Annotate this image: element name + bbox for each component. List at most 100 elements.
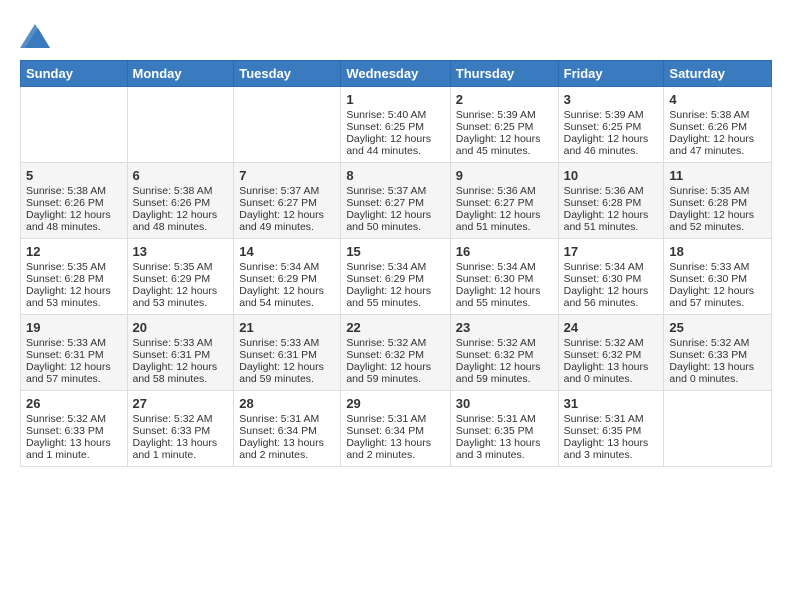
day-info: Sunrise: 5:34 AM Sunset: 6:29 PM Dayligh… xyxy=(346,261,431,309)
day-info: Sunrise: 5:32 AM Sunset: 6:33 PM Dayligh… xyxy=(669,337,754,385)
day-info: Sunrise: 5:34 AM Sunset: 6:29 PM Dayligh… xyxy=(239,261,324,309)
calendar-cell: 20Sunrise: 5:33 AM Sunset: 6:31 PM Dayli… xyxy=(127,315,234,391)
calendar-cell: 26 Sunrise: 5:32 AM Sunset: 6:33 PM Dayli… xyxy=(21,391,128,467)
calendar-cell: 19 Sunrise: 5:33 AM Sunset: 6:31 PM Dayli… xyxy=(21,315,128,391)
day-number: 7 xyxy=(239,168,335,183)
day-info: Sunrise: 5:37 AM Sunset: 6:27 PM Dayligh… xyxy=(239,185,324,233)
calendar-cell: 31 Sunrise: 5:31 AM Sunset: 6:35 PM Dayli… xyxy=(558,391,664,467)
day-number: 23 xyxy=(456,320,553,335)
calendar-cell: 2 Sunrise: 5:39 AM Sunset: 6:25 PM Daylig… xyxy=(450,87,558,163)
day-info: Sunrise: 5:32 AM Sunset: 6:33 PM Dayligh… xyxy=(133,413,218,461)
day-header-wednesday: Wednesday xyxy=(341,61,450,87)
page-header xyxy=(20,20,772,50)
day-number: 25 xyxy=(669,320,766,335)
calendar-cell: 22Sunrise: 5:32 AM Sunset: 6:32 PM Dayli… xyxy=(341,315,450,391)
day-info: Sunrise: 5:36 AM Sunset: 6:28 PM Dayligh… xyxy=(564,185,649,233)
day-number: 21 xyxy=(239,320,335,335)
calendar-cell: 16 Sunrise: 5:34 AM Sunset: 6:30 PM Dayli… xyxy=(450,239,558,315)
calendar-cell xyxy=(127,87,234,163)
day-info: Sunrise: 5:31 AM Sunset: 6:35 PM Dayligh… xyxy=(564,413,649,461)
day-header-monday: Monday xyxy=(127,61,234,87)
calendar-cell: 18Sunrise: 5:33 AM Sunset: 6:30 PM Dayli… xyxy=(664,239,772,315)
calendar-week-5: 26 Sunrise: 5:32 AM Sunset: 6:33 PM Dayli… xyxy=(21,391,772,467)
day-info: Sunrise: 5:34 AM Sunset: 6:30 PM Dayligh… xyxy=(564,261,649,309)
day-number: 26 xyxy=(26,396,122,411)
day-number: 12 xyxy=(26,244,122,259)
day-number: 27 xyxy=(133,396,229,411)
day-number: 17 xyxy=(564,244,659,259)
calendar-cell: 7 Sunrise: 5:37 AM Sunset: 6:27 PM Daylig… xyxy=(234,163,341,239)
logo xyxy=(20,20,54,50)
calendar-cell: 23 Sunrise: 5:32 AM Sunset: 6:32 PM Dayli… xyxy=(450,315,558,391)
day-number: 30 xyxy=(456,396,553,411)
day-info: Sunrise: 5:33 AM Sunset: 6:31 PM Dayligh… xyxy=(239,337,324,385)
day-number: 18 xyxy=(669,244,766,259)
calendar-cell xyxy=(234,87,341,163)
day-header-tuesday: Tuesday xyxy=(234,61,341,87)
day-info: Sunrise: 5:31 AM Sunset: 6:34 PM Dayligh… xyxy=(346,413,431,461)
calendar-cell: 30 Sunrise: 5:31 AM Sunset: 6:35 PM Dayli… xyxy=(450,391,558,467)
day-info: Sunrise: 5:35 AM Sunset: 6:28 PM Dayligh… xyxy=(26,261,111,309)
day-info: Sunrise: 5:35 AM Sunset: 6:28 PM Dayligh… xyxy=(669,185,754,233)
calendar-week-2: 5 Sunrise: 5:38 AM Sunset: 6:26 PM Daylig… xyxy=(21,163,772,239)
day-number: 8 xyxy=(346,168,444,183)
day-number: 28 xyxy=(239,396,335,411)
calendar-cell: 1 Sunrise: 5:40 AM Sunset: 6:25 PM Daylig… xyxy=(341,87,450,163)
calendar-cell: 24 Sunrise: 5:32 AM Sunset: 6:32 PM Dayli… xyxy=(558,315,664,391)
day-info: Sunrise: 5:38 AM Sunset: 6:26 PM Dayligh… xyxy=(669,109,754,157)
calendar-cell: 14Sunrise: 5:34 AM Sunset: 6:29 PM Dayli… xyxy=(234,239,341,315)
calendar-cell: 8 Sunrise: 5:37 AM Sunset: 6:27 PM Daylig… xyxy=(341,163,450,239)
calendar-cell: 12 Sunrise: 5:35 AM Sunset: 6:28 PM Dayli… xyxy=(21,239,128,315)
day-info: Sunrise: 5:32 AM Sunset: 6:32 PM Dayligh… xyxy=(564,337,649,385)
day-info: Sunrise: 5:33 AM Sunset: 6:31 PM Dayligh… xyxy=(26,337,111,385)
calendar-week-1: 1 Sunrise: 5:40 AM Sunset: 6:25 PM Daylig… xyxy=(21,87,772,163)
day-info: Sunrise: 5:32 AM Sunset: 6:33 PM Dayligh… xyxy=(26,413,111,461)
day-header-thursday: Thursday xyxy=(450,61,558,87)
calendar-cell: 21 Sunrise: 5:33 AM Sunset: 6:31 PM Dayli… xyxy=(234,315,341,391)
calendar-week-4: 19 Sunrise: 5:33 AM Sunset: 6:31 PM Dayli… xyxy=(21,315,772,391)
day-header-sunday: Sunday xyxy=(21,61,128,87)
day-number: 22 xyxy=(346,320,444,335)
day-number: 9 xyxy=(456,168,553,183)
calendar-cell: 3 Sunrise: 5:39 AM Sunset: 6:25 PM Daylig… xyxy=(558,87,664,163)
day-info: Sunrise: 5:37 AM Sunset: 6:27 PM Dayligh… xyxy=(346,185,431,233)
day-info: Sunrise: 5:38 AM Sunset: 6:26 PM Dayligh… xyxy=(26,185,111,233)
day-number: 3 xyxy=(564,92,659,107)
day-info: Sunrise: 5:31 AM Sunset: 6:35 PM Dayligh… xyxy=(456,413,541,461)
calendar-header-row: SundayMondayTuesdayWednesdayThursdayFrid… xyxy=(21,61,772,87)
day-info: Sunrise: 5:39 AM Sunset: 6:25 PM Dayligh… xyxy=(456,109,541,157)
day-number: 4 xyxy=(669,92,766,107)
day-number: 16 xyxy=(456,244,553,259)
day-number: 29 xyxy=(346,396,444,411)
calendar-cell xyxy=(664,391,772,467)
calendar-cell: 27 Sunrise: 5:32 AM Sunset: 6:33 PM Dayli… xyxy=(127,391,234,467)
day-info: Sunrise: 5:36 AM Sunset: 6:27 PM Dayligh… xyxy=(456,185,541,233)
calendar-cell: 13Sunrise: 5:35 AM Sunset: 6:29 PM Dayli… xyxy=(127,239,234,315)
day-header-saturday: Saturday xyxy=(664,61,772,87)
day-number: 6 xyxy=(133,168,229,183)
day-info: Sunrise: 5:39 AM Sunset: 6:25 PM Dayligh… xyxy=(564,109,649,157)
calendar: SundayMondayTuesdayWednesdayThursdayFrid… xyxy=(20,60,772,467)
day-number: 19 xyxy=(26,320,122,335)
day-header-friday: Friday xyxy=(558,61,664,87)
calendar-cell: 28Sunrise: 5:31 AM Sunset: 6:34 PM Dayli… xyxy=(234,391,341,467)
calendar-cell: 25 Sunrise: 5:32 AM Sunset: 6:33 PM Dayli… xyxy=(664,315,772,391)
day-number: 20 xyxy=(133,320,229,335)
calendar-cell: 10 Sunrise: 5:36 AM Sunset: 6:28 PM Dayli… xyxy=(558,163,664,239)
calendar-cell: 5 Sunrise: 5:38 AM Sunset: 6:26 PM Daylig… xyxy=(21,163,128,239)
day-number: 2 xyxy=(456,92,553,107)
calendar-cell: 11 Sunrise: 5:35 AM Sunset: 6:28 PM Dayli… xyxy=(664,163,772,239)
day-number: 5 xyxy=(26,168,122,183)
day-number: 24 xyxy=(564,320,659,335)
logo-icon xyxy=(20,20,50,50)
calendar-week-3: 12 Sunrise: 5:35 AM Sunset: 6:28 PM Dayli… xyxy=(21,239,772,315)
day-info: Sunrise: 5:34 AM Sunset: 6:30 PM Dayligh… xyxy=(456,261,541,309)
day-number: 10 xyxy=(564,168,659,183)
day-number: 31 xyxy=(564,396,659,411)
day-info: Sunrise: 5:32 AM Sunset: 6:32 PM Dayligh… xyxy=(456,337,541,385)
day-number: 11 xyxy=(669,168,766,183)
day-number: 1 xyxy=(346,92,444,107)
calendar-cell: 4 Sunrise: 5:38 AM Sunset: 6:26 PM Daylig… xyxy=(664,87,772,163)
day-info: Sunrise: 5:40 AM Sunset: 6:25 PM Dayligh… xyxy=(346,109,431,157)
calendar-cell xyxy=(21,87,128,163)
